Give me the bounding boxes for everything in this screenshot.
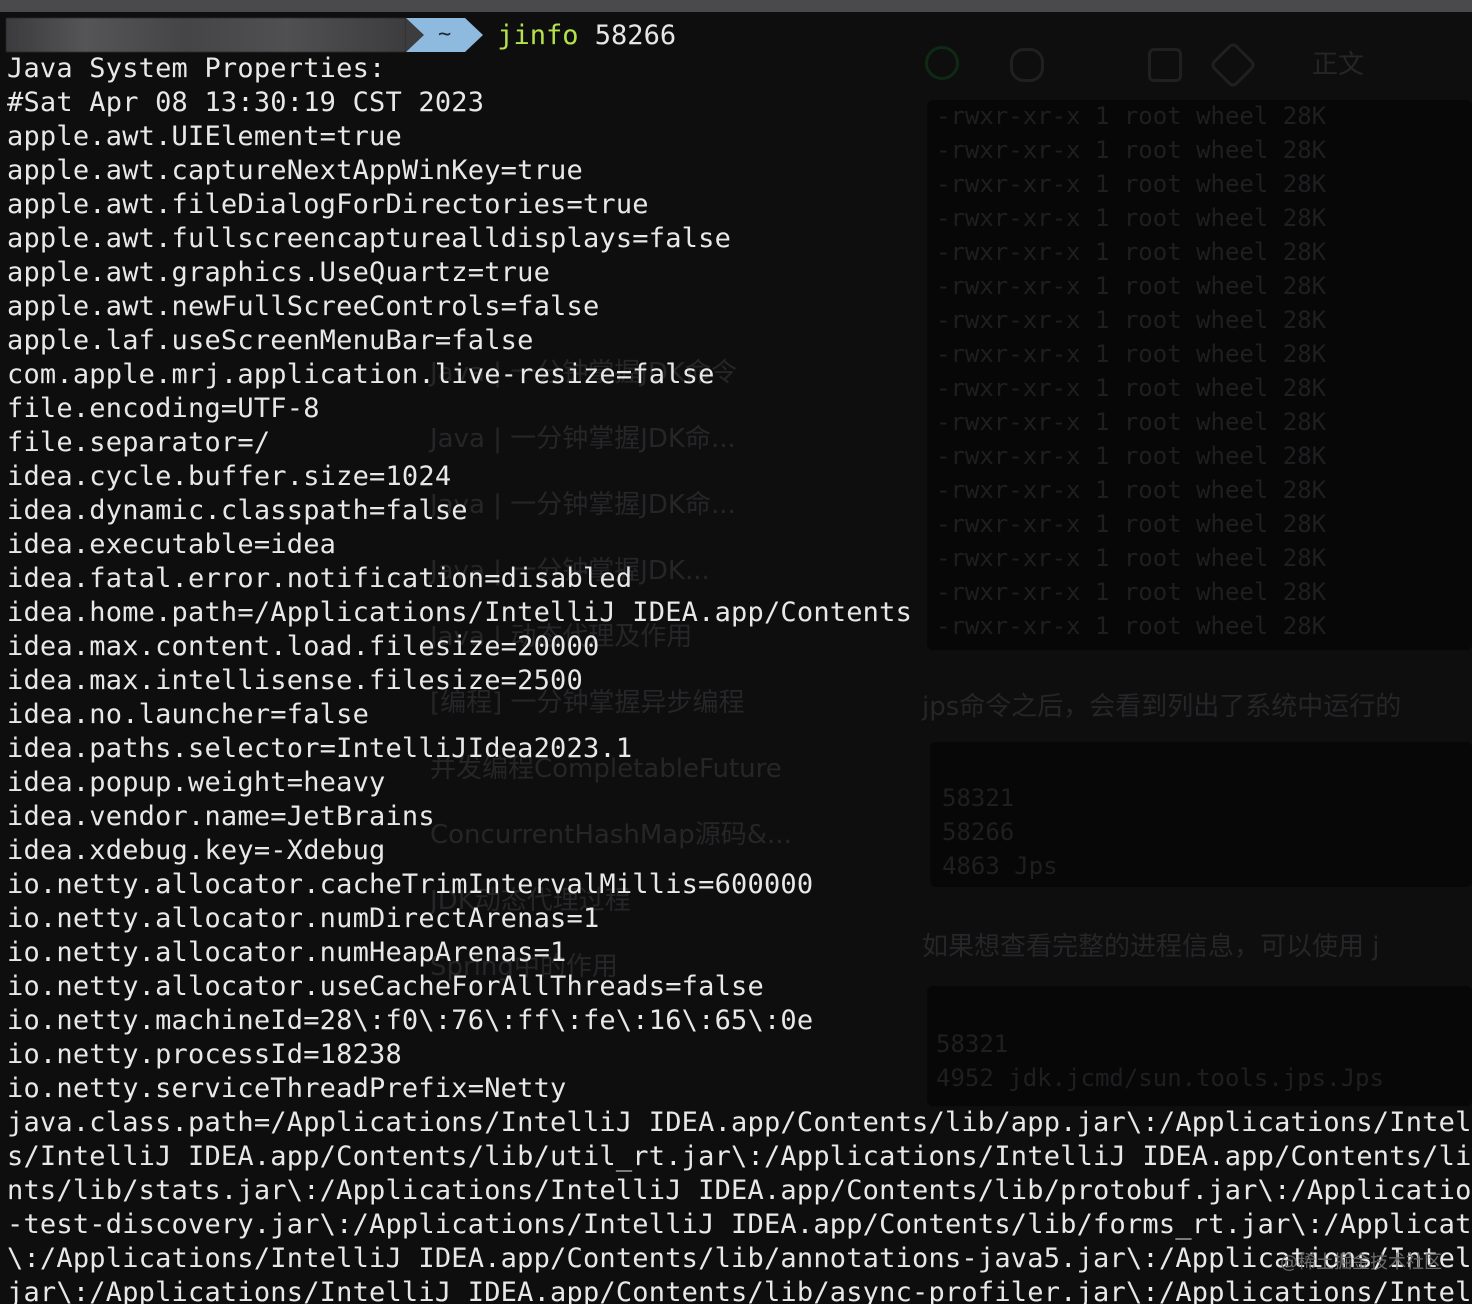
terminal-window[interactable]: 正文 -rwxr-xr-x 1 root wheel 28K -rwxr-xr-x…	[0, 0, 1472, 1304]
output-line: io.netty.allocator.useCacheForAllThreads…	[7, 971, 764, 1002]
output-line: io.netty.machineId=28\:f0\:76\:ff\:fe\:1…	[7, 1005, 814, 1036]
output-line: idea.max.content.load.filesize=20000	[7, 631, 600, 662]
watermark: @稀土掘金技术社区	[1280, 1252, 1442, 1273]
output-line: io.netty.serviceThreadPrefix=Netty	[7, 1073, 567, 1104]
output-line: idea.executable=idea	[7, 529, 337, 560]
command-name: jinfo	[497, 19, 579, 51]
output-line: idea.dynamic.classpath=false	[7, 495, 468, 526]
output-line: idea.popup.weight=heavy	[7, 767, 386, 798]
prompt-separator-icon	[406, 18, 424, 52]
output-line: s/IntelliJ IDEA.app/Contents/lib/util_rt…	[7, 1141, 1472, 1172]
output-line: idea.max.intellisense.filesize=2500	[7, 665, 583, 696]
output-line: \:/Applications/IntelliJ IDEA.app/Conten…	[7, 1243, 1472, 1274]
output-line: jar\:/Applications/IntelliJ IDEA.app/Con…	[7, 1277, 1472, 1304]
window-top-strip	[0, 0, 1472, 12]
output-line: nts/lib/stats.jar\:/Applications/Intelli…	[7, 1175, 1472, 1206]
output-line: apple.laf.useScreenMenuBar=false	[7, 325, 534, 356]
output-line: file.encoding=UTF-8	[7, 393, 320, 424]
output-line: idea.home.path=/Applications/IntelliJ ID…	[7, 597, 913, 628]
output-line: apple.awt.UIElement=true	[7, 121, 402, 152]
output-line: io.netty.allocator.cacheTrimIntervalMill…	[7, 869, 814, 900]
prompt-directory: ~	[424, 18, 466, 52]
output-line: io.netty.allocator.numDirectArenas=1	[7, 903, 600, 934]
output-line: io.netty.processId=18238	[7, 1039, 402, 1070]
output-line: apple.awt.captureNextAppWinKey=true	[7, 155, 583, 186]
output-line: #Sat Apr 08 13:30:19 CST 2023	[7, 87, 485, 118]
prompt-user-segment-blurred	[6, 18, 406, 52]
output-line: idea.fatal.error.notification=disabled	[7, 563, 633, 594]
output-line: idea.paths.selector=IntelliJIdea2023.1	[7, 733, 633, 764]
output-line: idea.xdebug.key=-Xdebug	[7, 835, 386, 866]
output-line: idea.no.launcher=false	[7, 699, 370, 730]
command-line[interactable]: jinfo 58266	[497, 20, 676, 51]
shell-prompt: ~ jinfo 58266	[6, 18, 676, 52]
output-line: file.separator=/	[7, 427, 271, 458]
command-output[interactable]: Java System Properties: #Sat Apr 08 13:30…	[7, 52, 1472, 1304]
output-line: idea.vendor.name=JetBrains	[7, 801, 435, 832]
output-line: idea.cycle.buffer.size=1024	[7, 461, 452, 492]
output-line: java.class.path=/Applications/IntelliJ I…	[7, 1107, 1472, 1138]
output-line: apple.awt.graphics.UseQuartz=true	[7, 257, 551, 288]
output-line: apple.awt.fileDialogForDirectories=true	[7, 189, 649, 220]
output-line: -test-discovery.jar\:/Applications/Intel…	[7, 1209, 1472, 1240]
output-line: Java System Properties:	[7, 53, 386, 84]
output-line: io.netty.allocator.numHeapArenas=1	[7, 937, 567, 968]
output-line: com.apple.mrj.application.live-resize=fa…	[7, 359, 715, 390]
output-line: apple.awt.fullscreencapturealldisplays=f…	[7, 223, 732, 254]
prompt-arrow-icon	[465, 18, 484, 52]
command-argument: 58266	[594, 19, 677, 51]
output-line: apple.awt.newFullScreeControls=false	[7, 291, 600, 322]
